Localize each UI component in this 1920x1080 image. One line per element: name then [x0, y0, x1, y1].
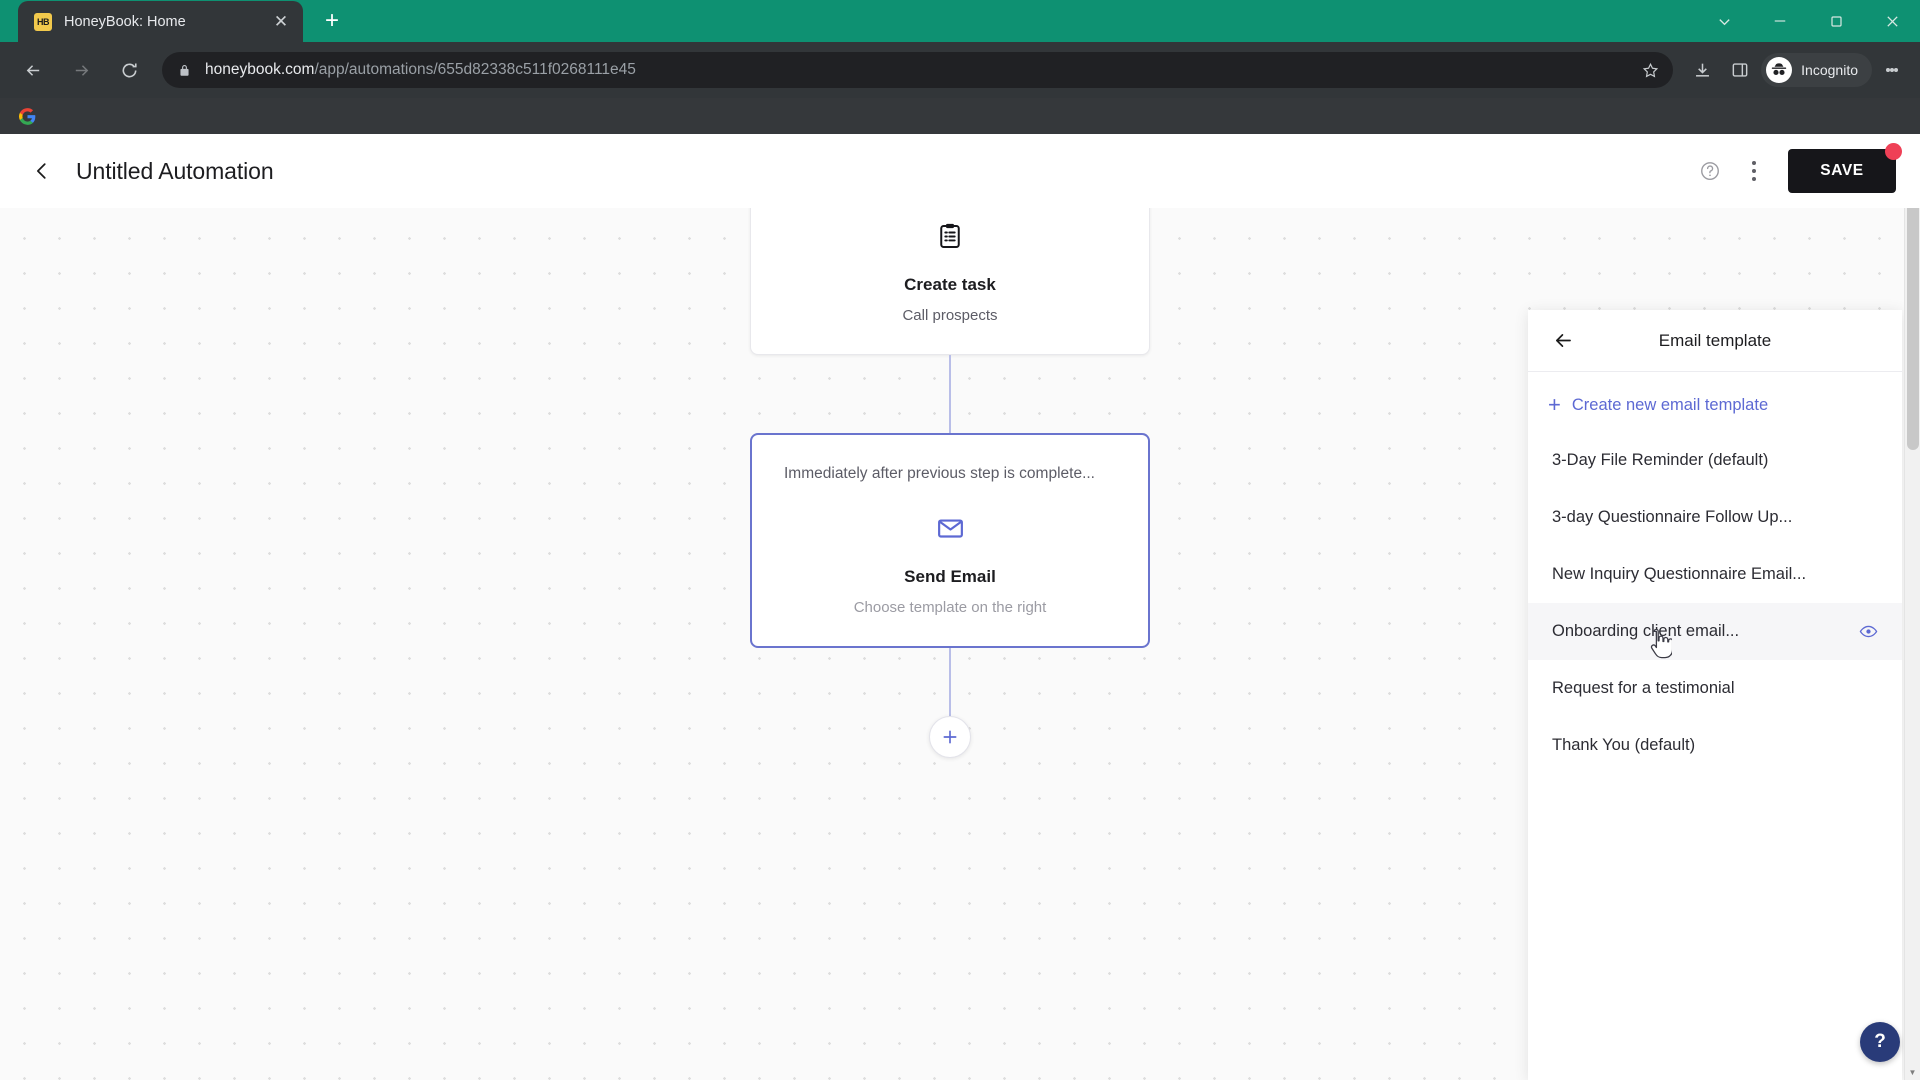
template-name: New Inquiry Questionnaire Email...	[1552, 565, 1807, 583]
add-step-button[interactable]	[929, 716, 971, 758]
email-template-list[interactable]: 3-Day File Reminder (default) 3-day Ques…	[1528, 432, 1902, 1080]
browser-tab-strip: HB HoneyBook: Home ✕ +	[0, 0, 1920, 42]
browser-tab[interactable]: HB HoneyBook: Home ✕	[18, 1, 303, 42]
automation-step-create-task[interactable]: Wait 1 day after automation is activated…	[750, 208, 1150, 355]
template-list-item[interactable]: 3-day Questionnaire Follow Up...	[1528, 489, 1902, 546]
page-scrollbar[interactable]: ▲ ▼	[1904, 134, 1920, 1080]
panel-title: Email template	[1658, 330, 1772, 350]
header-actions: SAVE	[1690, 143, 1902, 193]
flow-connector	[949, 648, 951, 716]
tab-title: HoneyBook: Home	[64, 13, 186, 30]
bookmark-star-icon[interactable]	[1635, 55, 1665, 85]
new-tab-button[interactable]: +	[315, 4, 349, 38]
tab-search-chevron-icon[interactable]	[1696, 0, 1752, 42]
step-title: Send Email	[904, 567, 996, 586]
back-button[interactable]	[14, 51, 52, 89]
url-path: /app/automations/655d82338c511f0268111e4…	[314, 61, 636, 78]
save-button-wrap: SAVE	[1788, 143, 1902, 193]
url-domain: honeybook.com	[205, 61, 315, 78]
maximize-button[interactable]	[1808, 0, 1864, 42]
template-list-item[interactable]: Request for a testimonial	[1528, 660, 1902, 717]
minimize-button[interactable]	[1752, 0, 1808, 42]
clipboard-task-icon	[933, 219, 967, 253]
incognito-avatar-icon	[1766, 57, 1793, 83]
bookmarks-bar	[0, 98, 1920, 134]
url-text: honeybook.com/app/automations/655d82338c…	[205, 61, 636, 79]
automation-step-send-email[interactable]: Immediately after previous step is compl…	[750, 433, 1150, 648]
template-list-item[interactable]: Thank You (default)	[1528, 717, 1902, 774]
flow-connector	[949, 355, 951, 433]
address-bar[interactable]: honeybook.com/app/automations/655d82338c…	[162, 52, 1674, 88]
more-options-icon[interactable]	[1734, 149, 1774, 193]
template-name: Request for a testimonial	[1552, 679, 1735, 697]
panel-header: Email template	[1528, 310, 1902, 372]
profile-chip[interactable]: Incognito	[1761, 53, 1872, 87]
template-list-item[interactable]: 3-Day File Reminder (default)	[1528, 432, 1902, 489]
scroll-down-arrow-icon[interactable]: ▼	[1905, 1064, 1920, 1080]
save-button[interactable]: SAVE	[1788, 149, 1896, 193]
create-new-email-template-label: Create new email template	[1571, 395, 1769, 414]
template-name: 3-Day File Reminder (default)	[1552, 451, 1769, 469]
lock-icon	[178, 64, 191, 77]
step-condition-text: Immediately after previous step is compl…	[784, 465, 1095, 482]
step-title: Create task	[904, 275, 996, 294]
honeybook-favicon: HB	[34, 12, 52, 31]
window-controls	[1696, 0, 1920, 42]
automation-canvas[interactable]: Wait 1 day after automation is activated…	[0, 208, 1920, 1080]
profile-label: Incognito	[1801, 62, 1858, 78]
preview-eye-icon[interactable]	[1856, 622, 1880, 641]
side-panel-icon[interactable]	[1721, 51, 1759, 89]
download-icon[interactable]	[1683, 51, 1721, 89]
page-title: Untitled Automation	[76, 157, 274, 184]
browser-toolbar: honeybook.com/app/automations/655d82338c…	[0, 42, 1920, 98]
step-subtitle: Call prospects	[902, 307, 998, 324]
envelope-email-icon	[933, 511, 967, 545]
panel-back-icon[interactable]	[1546, 324, 1580, 358]
save-unsaved-badge	[1885, 143, 1902, 160]
forward-button[interactable]	[62, 51, 100, 89]
automation-flow: Wait 1 day after automation is activated…	[750, 208, 1150, 758]
reload-button[interactable]	[110, 51, 148, 89]
honeybook-app: Untitled Automation SAVE Wait 1 day afte…	[0, 134, 1920, 1080]
step-subtitle: Choose template on the right	[853, 599, 1047, 616]
back-chevron-icon[interactable]	[22, 151, 62, 191]
automation-header: Untitled Automation SAVE	[0, 134, 1920, 208]
template-name: Onboarding client email...	[1552, 622, 1740, 640]
plus-icon: +	[1548, 392, 1561, 417]
template-list-item[interactable]: New Inquiry Questionnaire Email...	[1528, 546, 1902, 603]
google-bookmark-icon[interactable]	[14, 103, 40, 129]
help-circle-icon[interactable]	[1690, 151, 1730, 191]
close-tab-icon[interactable]: ✕	[269, 10, 293, 34]
template-name: Thank You (default)	[1552, 736, 1696, 754]
email-template-panel: Email template + Create new email templa…	[1528, 310, 1902, 1080]
help-fab-button[interactable]: ?	[1860, 1022, 1900, 1062]
browser-menu-icon[interactable]	[1872, 50, 1912, 90]
create-new-email-template-button[interactable]: + Create new email template	[1528, 372, 1902, 432]
template-name: 3-day Questionnaire Follow Up...	[1552, 508, 1793, 526]
template-list-item-onboarding-client-email[interactable]: Onboarding client email...	[1528, 603, 1902, 660]
close-window-button[interactable]	[1864, 0, 1920, 42]
